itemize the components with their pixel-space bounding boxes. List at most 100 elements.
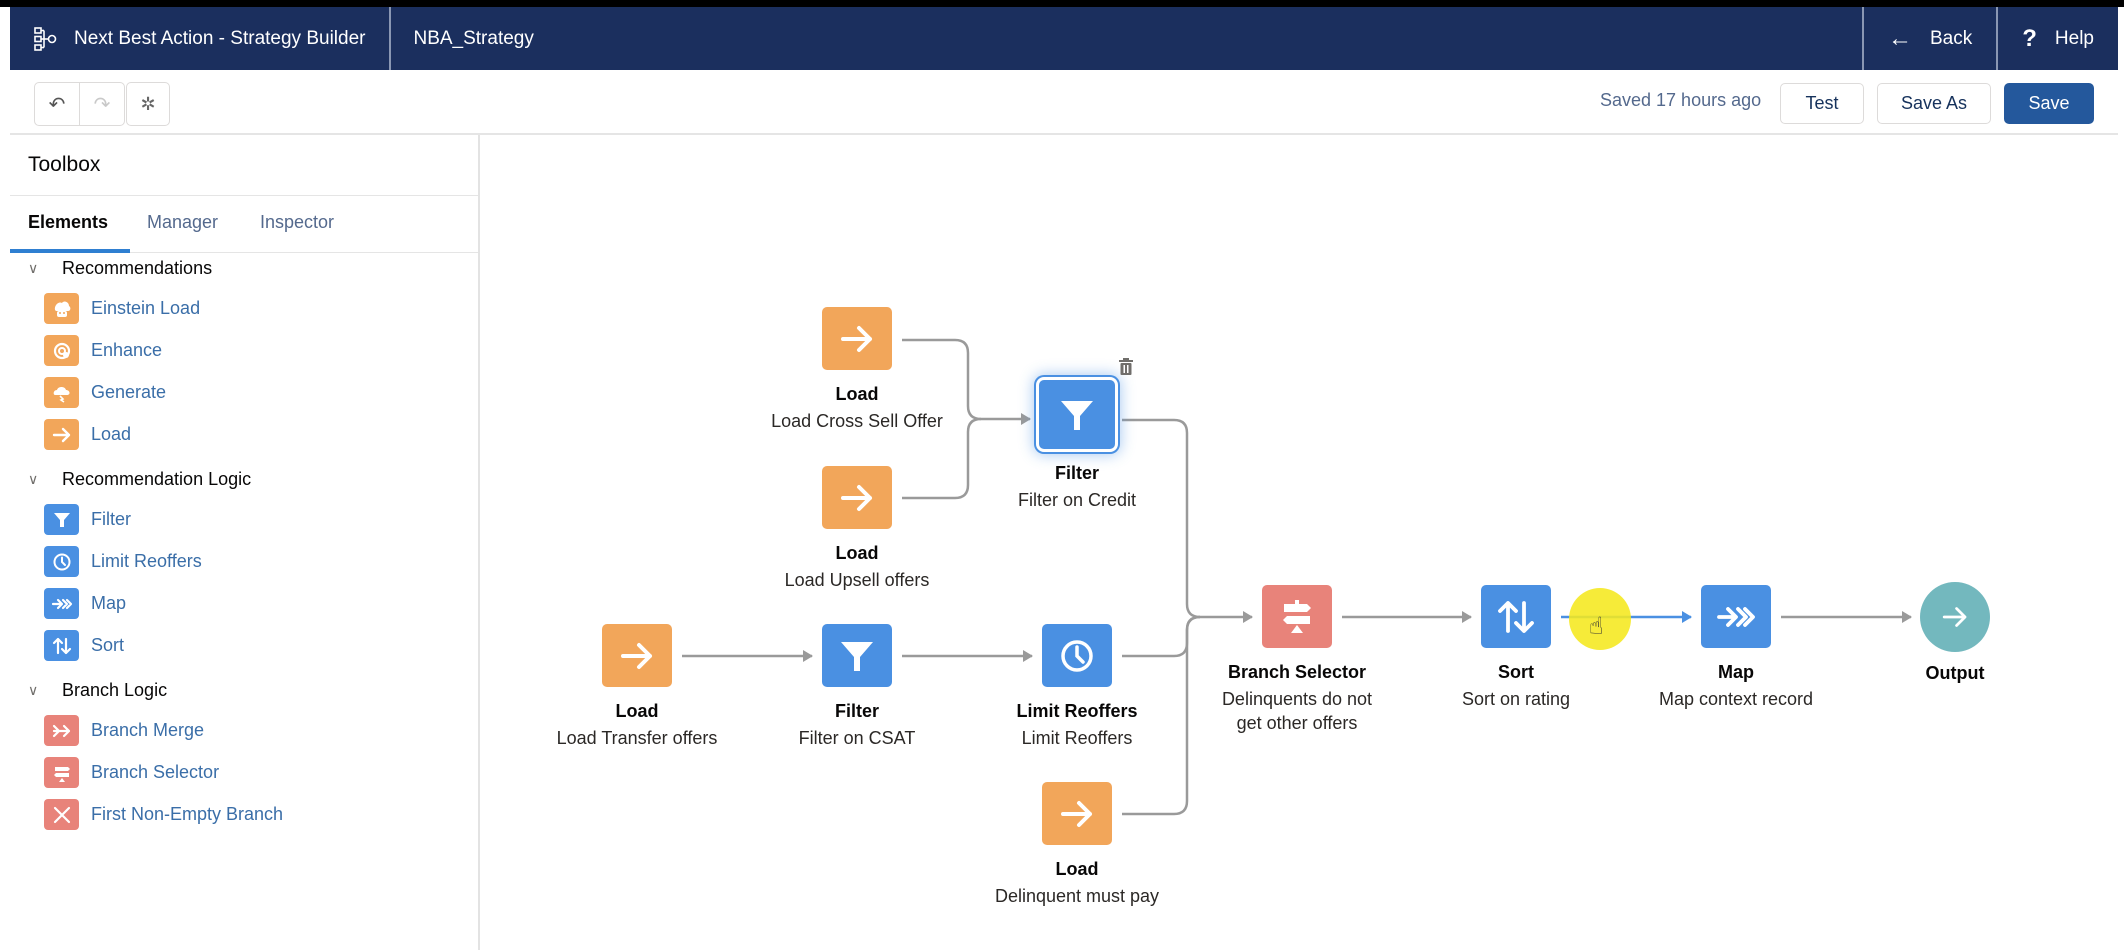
hand-pointer-icon: ☝ <box>1589 613 1604 640</box>
chevron-down-icon: ∨ <box>28 260 39 276</box>
item-label: Branch Selector <box>91 762 220 782</box>
node-icon-box[interactable] <box>1042 782 1112 845</box>
filter-icon <box>1061 400 1093 430</box>
arrow-right-icon <box>1942 607 1967 627</box>
gear-icon: ✲ <box>140 93 156 114</box>
toolbox-item-sort[interactable]: Sort <box>44 630 124 661</box>
item-label: Filter <box>91 509 131 529</box>
node-map[interactable]: Map Map context record <box>1626 585 1846 711</box>
item-label: Generate <box>91 382 167 402</box>
section-label: Recommendation Logic <box>62 469 252 489</box>
toolbox-item-filter[interactable]: Filter <box>44 504 131 535</box>
toolbox-item-load[interactable]: Load <box>44 419 131 450</box>
toolbox-title: Toolbox <box>28 153 101 176</box>
section-branch-logic[interactable]: ∨ Branch Logic <box>28 680 167 701</box>
toolbox-item-branch-selector[interactable]: Branch Selector <box>44 757 219 788</box>
item-label: Einstein Load <box>91 298 201 318</box>
undo-icon: ↶ <box>48 93 66 116</box>
toolbox-item-enhance[interactable]: Enhance <box>44 335 162 366</box>
arrow-right-icon <box>841 484 872 511</box>
help-button[interactable]: ? Help <box>1996 7 2118 70</box>
test-button[interactable]: Test <box>1780 83 1864 124</box>
chevron-down-icon: ∨ <box>28 471 39 487</box>
node-load-upsell[interactable]: Load Load Upsell offers <box>747 466 967 592</box>
filter-icon <box>44 504 79 535</box>
node-load-transfer[interactable]: Load Load Transfer offers <box>527 624 747 750</box>
node-icon-box[interactable] <box>822 307 892 370</box>
einstein-icon <box>44 293 79 324</box>
node-limit-reoffers[interactable]: Limit Reoffers Limit Reoffers <box>967 624 1187 750</box>
help-label: Help <box>2054 27 2094 49</box>
save-as-button[interactable]: Save As <box>1877 83 1991 124</box>
toolbox-panel: Toolbox Elements Manager Inspector ∨ Rec… <box>10 135 480 950</box>
save-button[interactable]: Save <box>2004 83 2094 124</box>
close-x-icon <box>44 799 79 830</box>
arrow-right-icon <box>44 419 79 450</box>
node-description: Load Transfer offers <box>556 728 718 748</box>
node-icon-box[interactable] <box>1042 624 1112 687</box>
node-description: Load Cross Sell Offer <box>771 411 943 431</box>
node-icon-box[interactable] <box>822 624 892 687</box>
node-icon-box[interactable] <box>822 466 892 529</box>
trash-icon[interactable] <box>1118 358 1134 376</box>
node-output[interactable]: Output <box>1845 582 2065 684</box>
node-description: Sort on rating <box>1461 689 1571 709</box>
settings-button[interactable]: ✲ <box>126 82 170 126</box>
item-label: Branch Merge <box>91 720 205 740</box>
node-filter-csat[interactable]: Filter Filter on CSAT <box>747 624 967 750</box>
node-description: Map context record <box>1658 689 1814 709</box>
item-label: Map <box>91 593 127 613</box>
node-icon-circle[interactable] <box>1920 582 1990 652</box>
section-label: Recommendations <box>62 258 213 278</box>
node-icon-box[interactable] <box>602 624 672 687</box>
node-branch-selector[interactable]: Branch Selector Delinquents do not get o… <box>1187 585 1407 735</box>
node-icon-box-selected[interactable] <box>1036 377 1118 452</box>
tab-elements[interactable]: Elements <box>28 212 108 233</box>
section-recommendation-logic[interactable]: ∨ Recommendation Logic <box>28 469 251 490</box>
node-load-delinquent[interactable]: Load Delinquent must pay <box>967 782 1187 908</box>
toolbox-item-first-non-empty-branch[interactable]: First Non-Empty Branch <box>44 799 283 830</box>
node-type: Limit Reoffers <box>1016 701 1138 721</box>
redo-button[interactable]: ↷ <box>79 83 124 125</box>
item-label: Load <box>91 424 132 444</box>
enhance-icon <box>44 335 79 366</box>
node-type: Load <box>835 543 879 563</box>
clock-icon <box>44 546 79 577</box>
toolbox-item-generate[interactable]: Generate <box>44 377 166 408</box>
toolbox-item-branch-merge[interactable]: Branch Merge <box>44 715 204 746</box>
merge-icon <box>44 715 79 746</box>
node-type: Filter <box>834 701 879 721</box>
tab-inspector[interactable]: Inspector <box>260 212 334 233</box>
active-tab-indicator <box>10 249 130 253</box>
node-description: Load Upsell offers <box>784 570 930 590</box>
node-description: Filter on Credit <box>1017 490 1137 510</box>
node-type: Filter <box>1054 463 1099 483</box>
toolbox-item-limit-reoffers[interactable]: Limit Reoffers <box>44 546 202 577</box>
node-description: Filter on CSAT <box>798 728 916 748</box>
node-icon-box[interactable] <box>1481 585 1551 648</box>
node-description: Delinquent must pay <box>994 886 1160 906</box>
undo-button[interactable]: ↶ <box>35 83 79 125</box>
node-type: Sort <box>1498 662 1534 682</box>
node-type: Output <box>1925 663 1985 683</box>
toolbox-item-map[interactable]: Map <box>44 588 126 619</box>
saved-status: Saved 17 hours ago <box>1600 90 1762 110</box>
back-button[interactable]: ← Back <box>1862 7 1996 70</box>
map-arrows-icon <box>44 588 79 619</box>
node-icon-box[interactable] <box>1701 585 1771 648</box>
toolbar: ↶ ↷ ✲ Saved 17 hours ago Test Save As Sa… <box>10 70 2118 135</box>
node-filter-credit[interactable]: Filter Filter on Credit <box>967 377 1187 512</box>
arrow-left-icon: ← <box>1888 24 1912 52</box>
node-load-cross-sell[interactable]: Load Load Cross Sell Offer <box>747 307 967 433</box>
arrow-right-icon <box>841 325 872 352</box>
section-recommendations[interactable]: ∨ Recommendations <box>28 258 212 279</box>
signpost-icon <box>1283 599 1311 633</box>
strategy-canvas[interactable] <box>480 137 2118 950</box>
tab-manager[interactable]: Manager <box>147 212 218 233</box>
node-icon-box[interactable] <box>1262 585 1332 648</box>
app-title-block: Next Best Action - Strategy Builder <box>10 7 392 70</box>
toolbox-item-einstein-load[interactable]: Einstein Load <box>44 293 200 324</box>
item-label: Sort <box>91 635 125 655</box>
filter-icon <box>841 641 873 671</box>
item-label: Limit Reoffers <box>91 551 202 571</box>
